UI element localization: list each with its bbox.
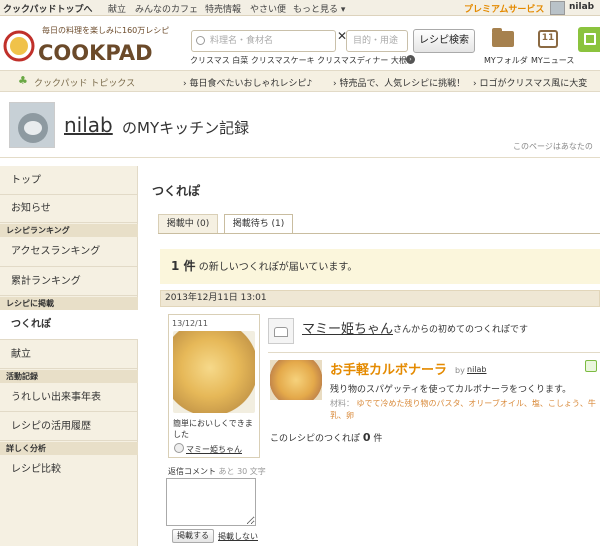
keyword-search-input[interactable]: 料理名・食材名 xyxy=(191,30,336,52)
topic-link-1[interactable]: › 毎日食べたいおしゃれレシピ♪ xyxy=(183,76,312,89)
tab-published[interactable]: 掲載中 (0) xyxy=(158,214,218,234)
card-date: 13/12/11 xyxy=(172,319,208,328)
user-icon xyxy=(174,443,184,453)
user-avatar-small[interactable] xyxy=(550,1,565,15)
notice-count: 1 件 xyxy=(171,259,196,273)
recipe-title-link[interactable]: お手軽カルボナーラ xyxy=(330,359,447,378)
search-icon xyxy=(196,36,205,45)
calendar-icon[interactable]: 11 xyxy=(538,30,558,48)
recipe-author-link[interactable]: nilab xyxy=(467,365,487,374)
topic-text-2: 特売品で、人気レシピに挑戦！ xyxy=(339,79,466,89)
sidebar-item-timeline[interactable]: うれしい出来事年表 xyxy=(0,383,138,412)
sidebar-section-analysis: 詳しく分析 xyxy=(0,442,138,455)
sidebar-item-compare[interactable]: レシピ比較 xyxy=(0,455,138,485)
logo-text: COOKPAD xyxy=(38,41,153,65)
ingredients-text: ゆでて冷めた残り物のパスタ、オリーブオイル、塩、こしょう、牛乳、卵 xyxy=(330,399,596,420)
recipe-search-button[interactable]: レシピ検索 xyxy=(413,29,475,53)
keyword-placeholder: 料理名・食材名 xyxy=(210,36,274,46)
cookpad-top-link[interactable]: クックパッドトップへ xyxy=(3,2,93,15)
nav-link-more[interactable]: もっと見る ▾ xyxy=(293,2,345,15)
notice-text: の新しいつくれぽが届いています。 xyxy=(198,262,358,273)
reply-comment-textarea[interactable] xyxy=(166,478,256,526)
card-user-link[interactable]: マミー姫ちゃん xyxy=(186,444,242,455)
folder-icon[interactable] xyxy=(492,28,514,47)
cookpad-logo[interactable]: 毎日の料理を楽しみに160万レシピ COOKPAD xyxy=(2,20,182,66)
count-suffix: 件 xyxy=(373,434,383,444)
sidebar-item-total-ranking[interactable]: 累計ランキング xyxy=(0,267,138,296)
sidebar-section-activity: 活動記録 xyxy=(0,370,138,383)
topics-label: クックパッド トピックス xyxy=(34,79,136,89)
topic-link-3[interactable]: › ロゴがクリスマス風に大変 xyxy=(473,76,587,89)
sidebar-item-kondate[interactable]: 献立 xyxy=(0,340,138,369)
sender-name-link[interactable]: マミー姫ちゃん xyxy=(302,318,393,337)
recipe-description: 残り物のスパゲッティを使ってカルボナーラをつくります。 xyxy=(330,385,572,395)
share-icon[interactable] xyxy=(585,360,597,372)
page-note: このページはあなたの xyxy=(513,142,593,151)
chevron-right-icon[interactable]: › xyxy=(406,55,415,64)
mynews-label[interactable]: MYニュース xyxy=(531,55,574,66)
nav-link-tokubai[interactable]: 特売情報 xyxy=(205,2,241,15)
avatar[interactable] xyxy=(9,102,55,148)
recipe-photo[interactable] xyxy=(270,360,322,400)
sidebar-item-notice[interactable]: お知らせ xyxy=(0,195,138,223)
sender-message: さんからの初めてのつくれぽです xyxy=(393,325,529,335)
nav-link-yasaibin[interactable]: やさい便 xyxy=(250,2,286,15)
publish-button[interactable]: 掲載する xyxy=(172,529,214,543)
tsukurepo-photo[interactable] xyxy=(173,331,255,413)
reply-hint: あと 30 文字 xyxy=(218,467,266,476)
premium-service-link[interactable]: プレミアムサービス xyxy=(464,2,544,15)
nav-link-cafe[interactable]: みんなのカフェ xyxy=(135,2,198,15)
tree-icon: ♣ xyxy=(18,74,28,87)
topic-text-1: 毎日食べたいおしゃれレシピ♪ xyxy=(189,79,313,89)
tagline-text: 毎日の料理を楽しみに160万レシピ xyxy=(42,25,169,35)
sidebar-item-top[interactable]: トップ xyxy=(0,166,138,195)
recipe-ingredients: 材料： ゆでて冷めた残り物のパスタ、オリーブオイル、塩、こしょう、牛乳、卵 xyxy=(330,398,600,422)
topic-link-2[interactable]: › 特売品で、人気レシピに挑戦！ xyxy=(333,76,465,89)
section-title: つくれぽ xyxy=(152,184,201,198)
popular-keywords[interactable]: クリスマス 白菜 クリスマスケーキ クリスマスディナー 大根 xyxy=(190,55,407,66)
purpose-search-input[interactable]: 目的・用途 xyxy=(346,30,408,52)
nav-link-kondate[interactable]: 献立 xyxy=(108,2,126,15)
sidebar-section-published: レシピに掲載 xyxy=(0,297,138,310)
reply-label: 返信コメント あと 30 文字 xyxy=(168,466,266,477)
count-prefix: このレシピのつくれぽ xyxy=(270,434,361,444)
divider xyxy=(268,352,600,353)
edit-icon[interactable] xyxy=(578,27,600,52)
tab-pending[interactable]: 掲載待ち (1) xyxy=(224,214,293,234)
sidebar-item-access-ranking[interactable]: アクセスランキング xyxy=(0,237,138,267)
myfolder-label[interactable]: MYフォルダ xyxy=(484,55,528,66)
sidebar-item-tsukurepo[interactable]: つくれぽ xyxy=(0,310,138,340)
reply-label-text: 返信コメント xyxy=(168,467,216,476)
top-nav: クックパッドトップへ 献立 みんなのカフェ 特売情報 やさい便 もっと見る ▾ … xyxy=(0,0,600,16)
ingredients-label: 材料： xyxy=(330,399,354,408)
sidebar-section-ranking: レシピランキング xyxy=(0,224,138,237)
sidebar-item-history[interactable]: レシピの活用履歴 xyxy=(0,412,138,441)
notice-box: 1 件 の新しいつくれぽが届いています。 xyxy=(160,249,600,284)
topics-bar: ♣ クックパッド トピックス › 毎日食べたいおしゃれレシピ♪ › 特売品で、人… xyxy=(0,70,600,92)
recipe-tsukurepo-count: このレシピのつくれぽ 0 件 xyxy=(270,431,382,444)
topic-text-3: ロゴがクリスマス風に大変 xyxy=(479,79,588,89)
profile-username[interactable]: nilab xyxy=(64,113,113,137)
card-comment: 簡単においしくできました xyxy=(173,419,253,439)
purpose-placeholder: 目的・用途 xyxy=(353,36,399,46)
date-bar: 2013年12月11日 13:01 xyxy=(160,290,600,307)
do-not-publish-link[interactable]: 掲載しない xyxy=(218,531,258,542)
tab-divider xyxy=(158,233,600,234)
recipe-by: by xyxy=(455,366,465,375)
page-title: のMYキッチン記録 xyxy=(122,119,250,137)
count-value: 0 xyxy=(362,431,371,444)
user-name-link[interactable]: nilab xyxy=(569,2,594,12)
chef-hat-icon xyxy=(268,318,294,344)
